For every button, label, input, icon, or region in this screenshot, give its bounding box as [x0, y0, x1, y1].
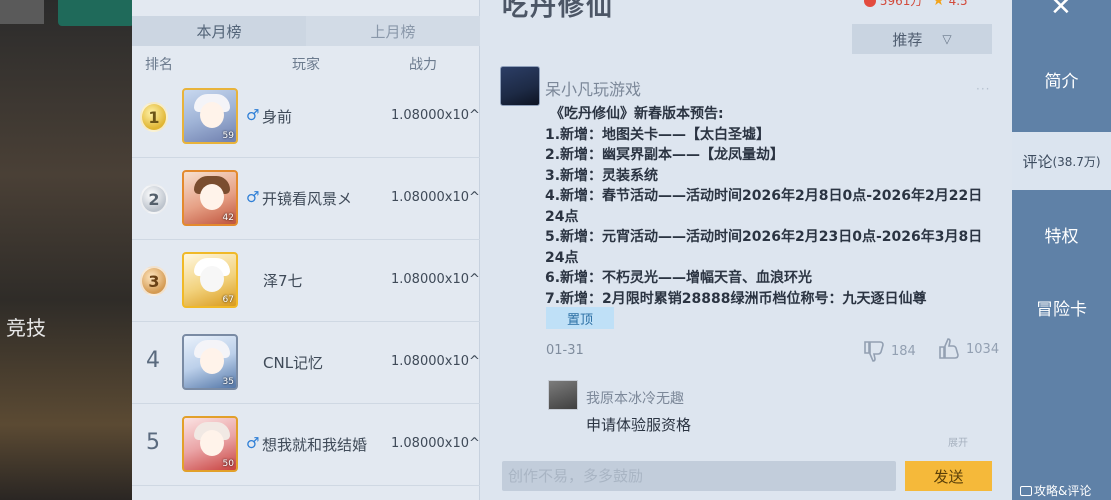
- nav-item-label: 冒险卡: [1036, 299, 1087, 320]
- bronze-medal-icon: 3: [140, 266, 168, 296]
- tab-this-month[interactable]: 本月榜: [132, 16, 306, 46]
- comment-line: 2.新增：幽冥界副本——【龙凤量劫】: [545, 147, 785, 163]
- comment-body: 《吃丹修仙》新春版本预告: 1.新增：地图关卡——【太白圣墟】 2.新增：幽冥界…: [545, 104, 1007, 309]
- comment-date: 01-31: [546, 343, 584, 358]
- nav-item-label: 简介: [1044, 71, 1079, 92]
- player-avatar[interactable]: 67: [182, 252, 238, 308]
- ranking-row[interactable]: 2 42 ♂ 开镜看风景メ 1.08000x10^13: [132, 158, 496, 240]
- player-name: CNL记忆: [263, 354, 324, 372]
- background-button: [58, 0, 134, 26]
- reply-item: 我原本冰冷无趣 申请体验服资格 展开: [546, 378, 992, 449]
- player-name: 泽7七: [263, 272, 303, 290]
- sort-label: 推荐: [892, 30, 923, 49]
- guides-comments-link[interactable]: 攻略&评论: [1020, 482, 1091, 499]
- male-icon: ♂: [246, 434, 260, 452]
- comment-line: 24点: [545, 249, 579, 266]
- chevron-down-icon: ▽: [942, 32, 952, 46]
- tab-last-month[interactable]: 上月榜: [306, 16, 480, 46]
- right-nav: ✕ 简介 评论 (38.7万) 特权 冒险卡 攻略&评论: [1012, 0, 1111, 500]
- author-name[interactable]: 呆小凡玩游戏: [545, 76, 641, 100]
- player-level: 42: [222, 213, 234, 223]
- sort-dropdown[interactable]: 推荐 ▽: [852, 24, 992, 54]
- player-level: 59: [222, 131, 234, 141]
- comment-line: 《吃丹修仙》新春版本预告:: [550, 106, 724, 122]
- reply-author[interactable]: 我原本冰冷无趣: [586, 388, 684, 408]
- comments-panel: 吃丹修仙 5961万 ★ 4.5 推荐 ▽ 呆小凡玩游戏 ··· 《吃丹修仙》新…: [480, 0, 1012, 500]
- silver-medal-icon: 2: [140, 184, 168, 214]
- nav-item-comments[interactable]: 评论 (38.7万): [1012, 132, 1111, 190]
- ranking-header: 排名 玩家 战力: [132, 50, 480, 76]
- gold-medal-icon: 1: [140, 102, 168, 132]
- pinned-badge: 置顶: [546, 307, 614, 329]
- comment-card: 呆小凡玩游戏 ··· 《吃丹修仙》新春版本预告: 1.新增：地图关卡——【太白圣…: [480, 60, 1012, 449]
- ranking-tabs: 本月榜 上月榜: [132, 16, 480, 46]
- player-level: 67: [222, 295, 234, 305]
- player-level: 50: [222, 459, 234, 469]
- comment-line: 3.新增：灵装系统: [545, 167, 659, 184]
- close-icon[interactable]: ✕: [1050, 0, 1072, 22]
- chat-icon: [1020, 486, 1032, 496]
- comment-count: (38.7万): [1052, 154, 1101, 169]
- nav-item-adventure-card[interactable]: 冒险卡: [1012, 278, 1111, 336]
- column-rank: 排名: [145, 57, 173, 73]
- comment-line: 24点: [545, 208, 579, 225]
- comment-input[interactable]: [502, 461, 896, 491]
- rating-count: 5961万: [879, 0, 923, 8]
- like-count: 1034: [966, 341, 1000, 357]
- star-icon: ★: [932, 0, 945, 9]
- background-tab-fragment: [0, 0, 44, 24]
- player-avatar[interactable]: 59: [182, 88, 238, 144]
- game-title: 吃丹修仙: [502, 0, 615, 22]
- background-label: 竞技: [6, 316, 46, 340]
- send-button[interactable]: 发送: [905, 461, 992, 491]
- author-avatar[interactable]: [500, 66, 540, 106]
- thumbs-down-icon: [864, 341, 884, 362]
- nav-item-label: 特权: [1044, 226, 1079, 247]
- rating-icon: [864, 0, 876, 7]
- player-avatar[interactable]: 35: [182, 334, 238, 390]
- guides-comments-label: 攻略&评论: [1034, 484, 1092, 498]
- rank-number: 4: [146, 348, 160, 373]
- player-level: 35: [222, 377, 234, 387]
- comment-line: 6.新增：不朽灵光——增幅天音、血浪环光: [545, 270, 813, 286]
- rank-number: 5: [146, 430, 160, 455]
- player-name: 想我就和我结婚: [262, 436, 368, 454]
- ranking-row[interactable]: 3 67 泽7七 1.08000x10^13: [132, 240, 496, 322]
- rating-summary: 5961万 ★ 4.5: [864, 0, 968, 9]
- player-name: 身前: [262, 108, 293, 126]
- reply-text: 申请体验服资格: [586, 416, 692, 434]
- thumbs-up-icon: [939, 338, 959, 359]
- nav-item-label: 评论: [1022, 152, 1053, 171]
- column-power: 战力: [409, 57, 437, 73]
- dislike-count: 184: [891, 343, 916, 359]
- ranking-row[interactable]: 4 35 CNL记忆 1.08000x10^13: [132, 322, 496, 404]
- game-background: 竞技: [0, 0, 134, 500]
- more-options-icon[interactable]: ···: [976, 82, 990, 96]
- rating-score: 4.5: [948, 0, 968, 8]
- nav-item-intro[interactable]: 简介: [1012, 50, 1111, 108]
- player-avatar[interactable]: 42: [182, 170, 238, 226]
- player-avatar[interactable]: 50: [182, 416, 238, 472]
- expand-reply-link[interactable]: 展开: [948, 434, 968, 449]
- comment-line: 4.新增：春节活动——活动时间2026年2月8日0点-2026年2月22日: [545, 188, 983, 204]
- player-name: 开镜看风景メ: [262, 190, 353, 208]
- male-icon: ♂: [246, 188, 260, 206]
- nav-item-privileges[interactable]: 特权: [1012, 205, 1111, 263]
- column-player: 玩家: [292, 57, 320, 73]
- ranking-row[interactable]: 1 59 ♂ 身前 1.08000x10^13: [132, 76, 496, 158]
- male-icon: ♂: [246, 106, 260, 124]
- comment-line: 5.新增：元宵活动——活动时间2026年2月23日0点-2026年3月8日: [545, 229, 983, 245]
- ranking-panel: 本月榜 上月榜 排名 玩家 战力 1 59 ♂ 身前 1.08000x10^13…: [132, 0, 496, 500]
- comment-line: 7.新增：2月限时累销28888绿洲币档位称号：九天逐日仙尊: [545, 290, 927, 307]
- comment-input-container[interactable]: [502, 461, 896, 491]
- like-button[interactable]: 1034: [938, 338, 999, 360]
- reply-avatar[interactable]: [548, 380, 578, 410]
- comment-line: 1.新增：地图关卡——【太白圣墟】: [545, 126, 771, 143]
- ranking-row[interactable]: 5 50 ♂ 想我就和我结婚 1.08000x10^13: [132, 404, 496, 486]
- dislike-button[interactable]: 184: [863, 340, 916, 362]
